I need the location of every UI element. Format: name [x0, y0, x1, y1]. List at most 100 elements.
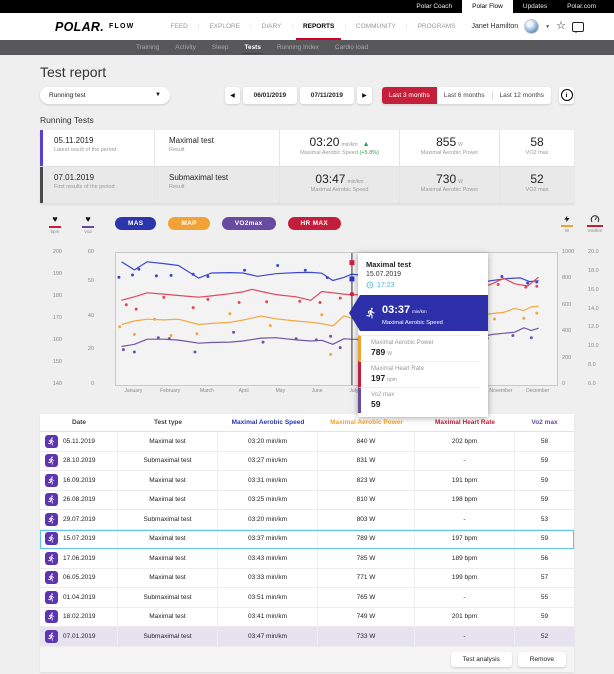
- data-point-vo2max[interactable]: [194, 351, 197, 354]
- chart-canvas[interactable]: [116, 253, 557, 385]
- data-point-vo2max[interactable]: [232, 331, 235, 334]
- test-type-dropdown[interactable]: Running test ▼: [40, 87, 170, 104]
- data-point-vo2max[interactable]: [511, 334, 514, 337]
- remove-button[interactable]: Remove: [518, 652, 566, 667]
- data-point-vo2max[interactable]: [295, 337, 298, 340]
- column-header-vo2-max[interactable]: Vo2 max: [515, 414, 574, 431]
- data-point-vo2max[interactable]: [133, 351, 136, 354]
- subnav-item-sleep[interactable]: Sleep: [204, 40, 237, 55]
- table-row-05.11.2019[interactable]: 05.11.2019Maximal test03:20 min/km840 W2…: [40, 432, 574, 452]
- data-point-mas[interactable]: [117, 276, 120, 279]
- nav-item-explore[interactable]: EXPLORE: [199, 13, 250, 40]
- data-point-map[interactable]: [170, 334, 173, 337]
- data-point-mas[interactable]: [155, 274, 158, 277]
- data-point-hr-max[interactable]: [524, 286, 527, 289]
- nav-item-community[interactable]: COMMUNITY: [346, 13, 406, 40]
- legend-pill-vo2max[interactable]: VO2max: [222, 217, 276, 230]
- table-row-18.02.2019[interactable]: 18.02.2019Maximal test03:41 min/km749 W2…: [40, 608, 574, 628]
- data-point-hr-max[interactable]: [339, 297, 342, 300]
- table-row-15.07.2019[interactable]: 15.07.2019Maximal test03:37 min/km789 W1…: [40, 530, 574, 550]
- subnav-item-running-index[interactable]: Running Index: [269, 40, 327, 55]
- table-row-26.08.2019[interactable]: 26.08.2019Maximal test03:25 min/km810 W1…: [40, 491, 574, 511]
- range-button-last-12-months[interactable]: Last 12 months: [493, 87, 551, 104]
- nav-item-diary[interactable]: DIARY: [252, 13, 292, 40]
- date-to-input[interactable]: 07/11/2019: [300, 87, 354, 104]
- chart-plot-area[interactable]: [115, 252, 558, 386]
- data-point-mas[interactable]: [131, 274, 134, 277]
- data-point-vo2max[interactable]: [168, 337, 171, 340]
- table-row-28.10.2019[interactable]: 28.10.2019Submaximal test03:27 min/km831…: [40, 452, 574, 472]
- legend-pill-map[interactable]: MAP: [168, 217, 209, 230]
- topbar-link-polar-com[interactable]: Polar.com: [557, 0, 606, 13]
- topbar-link-updates[interactable]: Updates: [513, 0, 557, 13]
- data-point-map[interactable]: [153, 318, 156, 321]
- table-row-07.01.2019[interactable]: 07.01.2019Submaximal test03:47 min/km733…: [40, 627, 574, 647]
- data-point-vo2max[interactable]: [157, 336, 160, 339]
- subnav-item-tests[interactable]: Tests: [236, 40, 269, 55]
- next-period-button[interactable]: ▶: [357, 87, 372, 104]
- chat-bubble-icon[interactable]: [572, 22, 584, 32]
- data-point-vo2max[interactable]: [530, 336, 533, 339]
- data-point-map[interactable]: [195, 332, 198, 335]
- subnav-item-training[interactable]: Training: [128, 40, 167, 55]
- user-avatar[interactable]: [524, 19, 539, 34]
- favorites-star-icon[interactable]: ☆: [556, 21, 566, 32]
- table-row-17.06.2019[interactable]: 17.06.2019Maximal test03:43 min/km785 W1…: [40, 549, 574, 569]
- column-header-maximal-heart-rate[interactable]: Maximal Heart Rate: [415, 414, 515, 431]
- nav-item-feed[interactable]: FEED: [160, 13, 197, 40]
- range-button-last-6-months[interactable]: Last 6 months: [437, 87, 492, 104]
- range-button-last-3-months[interactable]: Last 3 months: [382, 87, 437, 104]
- data-point-hr-max[interactable]: [298, 300, 301, 303]
- table-row-01.04.2019[interactable]: 01.04.2019Submaximal test03:51 min/km765…: [40, 588, 574, 608]
- data-point-mas[interactable]: [526, 282, 529, 285]
- info-button[interactable]: i: [559, 87, 574, 104]
- user-menu-caret-icon[interactable]: ▼: [545, 24, 550, 30]
- data-point-vo2max[interactable]: [339, 346, 342, 349]
- data-point-mas[interactable]: [276, 264, 279, 267]
- topbar-link-polar-flow[interactable]: Polar Flow: [462, 0, 513, 13]
- data-point-mas[interactable]: [206, 275, 209, 278]
- table-row-16.09.2019[interactable]: 16.09.2019Maximal test03:31 min/km823 W1…: [40, 471, 574, 491]
- data-point-hr-max[interactable]: [192, 306, 195, 309]
- data-point-hr-max[interactable]: [135, 308, 138, 311]
- data-point-map[interactable]: [118, 325, 121, 328]
- data-point-vo2max[interactable]: [122, 348, 125, 351]
- data-point-vo2max[interactable]: [329, 335, 332, 338]
- data-point-hr-max[interactable]: [265, 300, 268, 303]
- data-point-mas[interactable]: [326, 276, 329, 279]
- column-header-date[interactable]: Date: [40, 414, 118, 431]
- data-point-vo2max[interactable]: [315, 338, 318, 341]
- data-point-hr-max[interactable]: [162, 296, 165, 299]
- data-point-map[interactable]: [269, 324, 272, 327]
- data-point-map[interactable]: [493, 318, 496, 321]
- column-header-maximal-aerobic-speed[interactable]: Maximal Aerobic Speed: [218, 414, 318, 431]
- data-point-hr-max[interactable]: [497, 283, 500, 286]
- polar-flow-logo[interactable]: POLAR. FLOW: [55, 13, 134, 40]
- data-point-hr-max[interactable]: [206, 298, 209, 301]
- legend-pill-hr-max[interactable]: HR MAX: [288, 217, 341, 230]
- column-header-maximal-aerobic-power[interactable]: Maximal Aerobic Power: [318, 414, 415, 431]
- subnav-item-activity[interactable]: Activity: [167, 40, 204, 55]
- table-row-06.05.2019[interactable]: 06.05.2019Maximal test03:33 min/km771 W1…: [40, 569, 574, 589]
- column-header-test-type[interactable]: Test type: [118, 414, 218, 431]
- data-point-map[interactable]: [320, 313, 323, 316]
- data-point-map[interactable]: [228, 312, 231, 315]
- data-point-map[interactable]: [329, 353, 332, 356]
- data-point-mas[interactable]: [170, 274, 173, 277]
- nav-item-programs[interactable]: PROGRAMS: [408, 13, 466, 40]
- previous-period-button[interactable]: ◀: [225, 87, 240, 104]
- data-point-map[interactable]: [535, 312, 538, 315]
- legend-pill-mas[interactable]: MAS: [115, 217, 156, 230]
- data-point-vo2max[interactable]: [262, 341, 265, 344]
- test-analysis-button[interactable]: Test analysis: [451, 652, 512, 667]
- data-point-hr-max[interactable]: [238, 301, 241, 304]
- data-point-mas[interactable]: [304, 269, 307, 272]
- data-point-map[interactable]: [522, 317, 525, 320]
- data-point-mas[interactable]: [535, 281, 538, 284]
- data-point-hr-max[interactable]: [535, 285, 538, 288]
- data-point-hr-max[interactable]: [319, 301, 322, 304]
- date-from-input[interactable]: 06/01/2019: [243, 87, 297, 104]
- table-row-29.07.2019[interactable]: 29.07.2019Submaximal test03:20 min/km803…: [40, 510, 574, 530]
- nav-item-reports[interactable]: REPORTS: [293, 13, 344, 40]
- data-point-hr-max[interactable]: [125, 303, 128, 306]
